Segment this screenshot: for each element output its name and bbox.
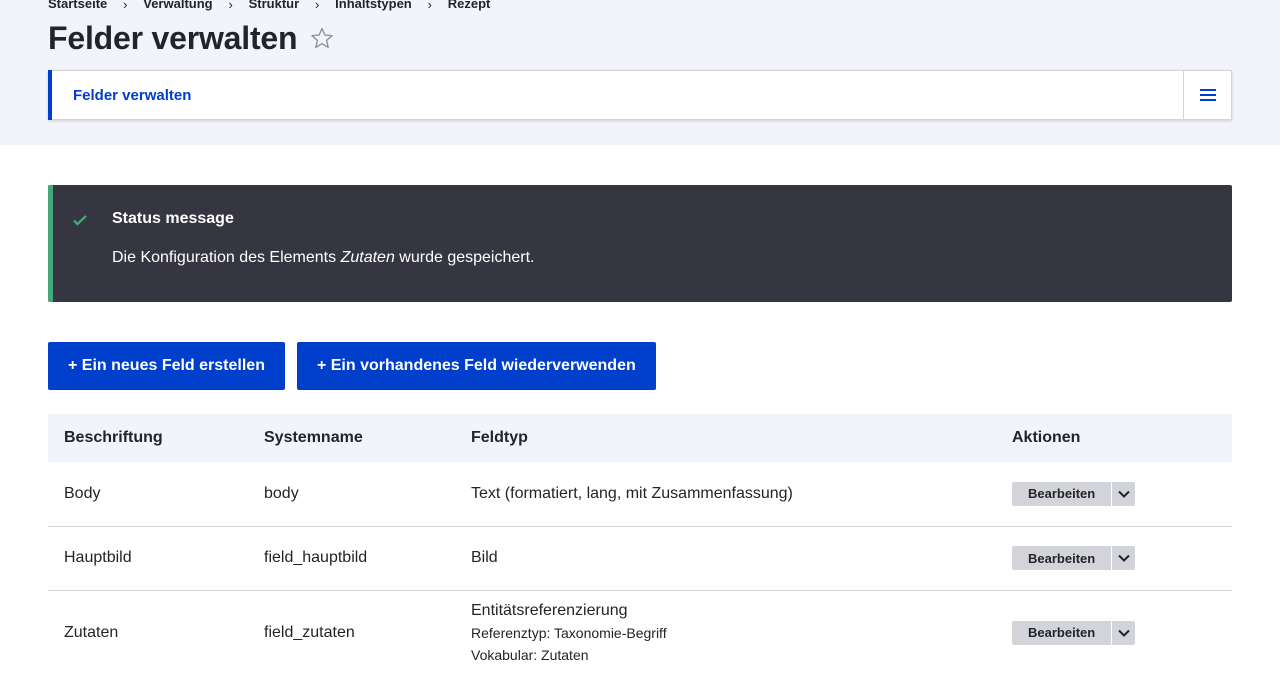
main-content: Status message Die Konfiguration des Ele…: [0, 145, 1280, 675]
breadcrumb: Startseite › Verwaltung › Struktur › Inh…: [48, 0, 1232, 12]
field-label: Body: [48, 462, 248, 527]
header-region: Startseite › Verwaltung › Struktur › Inh…: [0, 0, 1280, 145]
breadcrumb-separator-icon: ›: [123, 0, 128, 12]
fields-table: Beschriftung Systemname Feldtyp Aktionen…: [48, 414, 1232, 675]
field-type-name: Entitätsreferenzierung: [471, 601, 628, 619]
chevron-down-icon[interactable]: [1111, 546, 1136, 570]
field-operations: Bearbeiten: [996, 526, 1232, 591]
chevron-down-icon[interactable]: [1111, 481, 1136, 506]
local-tasks-tabs: Felder verwalten: [48, 70, 1232, 120]
breadcrumb-separator-icon: ›: [228, 0, 233, 12]
breadcrumb-item-recipe[interactable]: Rezept: [448, 0, 491, 10]
field-machine-name: field_zutaten: [248, 590, 455, 675]
field-type: Bild: [455, 526, 996, 591]
title-row: Felder verwalten: [48, 20, 1232, 56]
field-type-detail: Referenztyp: Taxonomie-Begriff: [471, 624, 667, 641]
column-header-operations: Aktionen: [1012, 429, 1081, 446]
reuse-field-button[interactable]: + Ein vorhandenes Feld wiederverwenden: [296, 342, 656, 390]
status-title: Status message: [112, 210, 234, 227]
status-text-before: Die Konfiguration des Elements: [112, 249, 341, 266]
field-machine-name: field_hauptbild: [248, 526, 455, 591]
breadcrumb-item-home[interactable]: Startseite: [48, 0, 107, 10]
column-header-machine-name: Systemname: [264, 429, 363, 446]
table-row: Zutaten field_zutaten Entitätsreferenzie…: [48, 590, 1232, 675]
tab-manage-fields[interactable]: Felder verwalten: [49, 87, 1183, 104]
table-header-row: Beschriftung Systemname Feldtyp Aktionen: [48, 414, 1232, 462]
page-title: Felder verwalten: [48, 20, 298, 56]
field-type: Entitätsreferenzierung Referenztyp: Taxo…: [455, 590, 996, 675]
field-type: Text (formatiert, lang, mit Zusammenfass…: [455, 462, 996, 527]
status-text: Die Konfiguration des Elements Zutaten w…: [112, 250, 1232, 266]
field-operations: Bearbeiten: [996, 590, 1232, 675]
checkmark-icon: [72, 212, 88, 228]
field-label: Zutaten: [48, 590, 248, 675]
field-operations: Bearbeiten: [996, 462, 1232, 527]
edit-button[interactable]: Bearbeiten: [1012, 546, 1112, 570]
status-text-emphasis: Zutaten: [340, 249, 395, 266]
edit-button[interactable]: Bearbeiten: [1012, 620, 1112, 645]
table-row: Hauptbild field_hauptbild Bild Bearbeite…: [48, 526, 1232, 591]
field-type-detail: Vokabular: Zutaten: [471, 646, 589, 663]
status-text-after: wurde gespeichert.: [394, 249, 535, 266]
field-label: Hauptbild: [48, 526, 248, 591]
breadcrumb-separator-icon: ›: [427, 0, 432, 12]
breadcrumb-separator-icon: ›: [315, 0, 320, 12]
operations-dropbutton: Bearbeiten: [1012, 481, 1136, 506]
operations-dropbutton: Bearbeiten: [1012, 546, 1136, 570]
status-message: Status message Die Konfiguration des Ele…: [48, 185, 1232, 302]
breadcrumb-item-admin[interactable]: Verwaltung: [143, 0, 212, 10]
table-row: Body body Text (formatiert, lang, mit Zu…: [48, 462, 1232, 527]
column-header-field-type: Feldtyp: [471, 429, 528, 446]
breadcrumb-item-structure[interactable]: Struktur: [249, 0, 300, 10]
add-field-button[interactable]: + Ein neues Feld erstellen: [48, 342, 285, 390]
star-outline-icon[interactable]: [309, 25, 335, 51]
operations-dropbutton: Bearbeiten: [1012, 620, 1136, 645]
column-header-label: Beschriftung: [64, 429, 163, 446]
hamburger-menu-icon[interactable]: [1183, 71, 1231, 119]
action-links: + Ein neues Feld erstellen + Ein vorhand…: [48, 342, 1232, 390]
edit-button[interactable]: Bearbeiten: [1012, 481, 1112, 506]
chevron-down-icon[interactable]: [1111, 620, 1136, 645]
breadcrumb-item-content-types[interactable]: Inhaltstypen: [335, 0, 412, 10]
field-machine-name: body: [248, 462, 455, 527]
